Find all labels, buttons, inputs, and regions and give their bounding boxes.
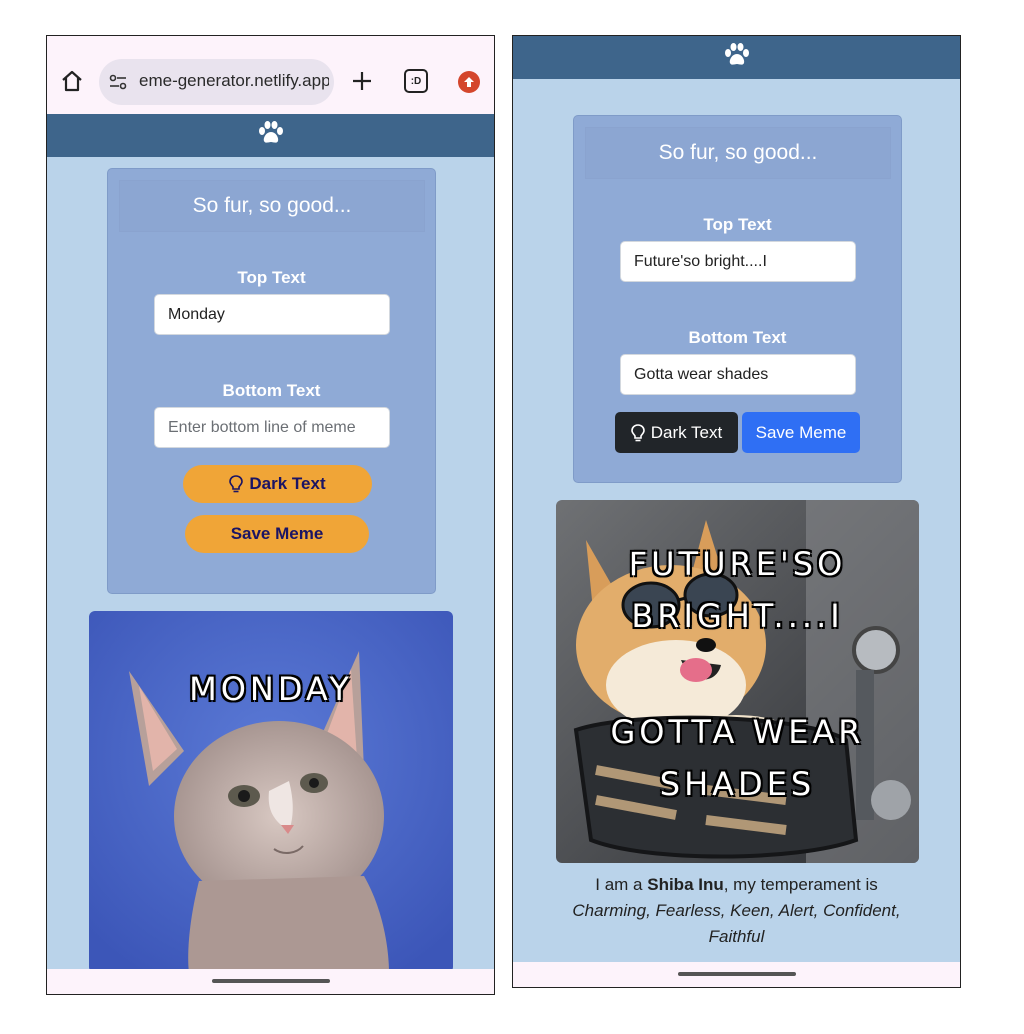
dark-text-button[interactable]: Dark Text [615, 412, 738, 453]
top-text-label: Top Text [703, 215, 772, 234]
new-tab-plus-icon[interactable] [347, 66, 377, 96]
bottom-text-label: Bottom Text [688, 328, 787, 347]
lightbulb-icon [229, 475, 244, 493]
home-gesture-bar[interactable] [677, 972, 796, 976]
bottom-text-label: Bottom Text [222, 381, 321, 400]
dark-text-button-label: Dark Text [650, 422, 723, 442]
right-phone-screen: So fur, so good... Top Text Bottom Text … [512, 35, 961, 988]
tab-switcher-icon[interactable]: :D [404, 69, 428, 93]
meme-bottom-text: GOTTA WEAR SHADES [610, 713, 865, 803]
temperament-list: Charming, Fearless, Keen, Alert, Confide… [572, 901, 901, 946]
meme-form-card: So fur, so good... Top Text Bottom Text … [107, 168, 436, 594]
gesture-area [47, 969, 494, 994]
paw-icon[interactable] [723, 42, 751, 73]
lightbulb-icon [630, 423, 645, 442]
meme-top-text: MONDAY [189, 670, 353, 708]
app-navbar [513, 36, 960, 79]
meme-image: MONDAY [89, 611, 453, 973]
form-title: So fur, so good... [119, 180, 425, 232]
meme-image: FUTURE'SO BRIGHT....I GOTTA WEAR SHADES [556, 500, 919, 863]
save-meme-button[interactable]: Save Meme [742, 412, 860, 453]
breed-caption: I am a Shiba Inu, my temperament is Char… [513, 872, 960, 950]
gesture-area [513, 962, 960, 987]
tab-count: :D [410, 75, 422, 87]
meme-top-text: FUTURE'SO BRIGHT....I [628, 545, 847, 635]
top-text-input[interactable] [620, 241, 856, 282]
meme-form-card: So fur, so good... Top Text Bottom Text … [573, 115, 902, 483]
form-title: So fur, so good... [585, 127, 891, 179]
caption-prefix: I am a [595, 875, 648, 894]
upload-extension-icon[interactable] [458, 71, 480, 93]
save-meme-button[interactable]: Save Meme [185, 515, 369, 553]
bottom-text-input[interactable] [154, 407, 390, 448]
bottom-text-input[interactable] [620, 354, 856, 395]
left-phone-screen: eme-generator.netlify.app :D So fur, so … [46, 35, 495, 995]
top-text-input[interactable] [154, 294, 390, 335]
home-gesture-bar[interactable] [211, 979, 330, 983]
top-text-label: Top Text [237, 268, 306, 287]
caption-middle: , my temperament is [723, 875, 878, 894]
home-icon[interactable] [57, 66, 87, 96]
breed-name: Shiba Inu [647, 875, 724, 894]
dark-text-button[interactable]: Dark Text [183, 465, 372, 503]
app-navbar [47, 114, 494, 157]
dark-text-button-label: Dark Text [249, 474, 326, 493]
address-bar[interactable]: eme-generator.netlify.app [99, 59, 334, 105]
paw-icon[interactable] [257, 120, 285, 151]
url-text: eme-generator.netlify.app [139, 71, 329, 90]
browser-toolbar: eme-generator.netlify.app :D [47, 36, 494, 114]
site-settings-icon[interactable] [107, 71, 129, 93]
